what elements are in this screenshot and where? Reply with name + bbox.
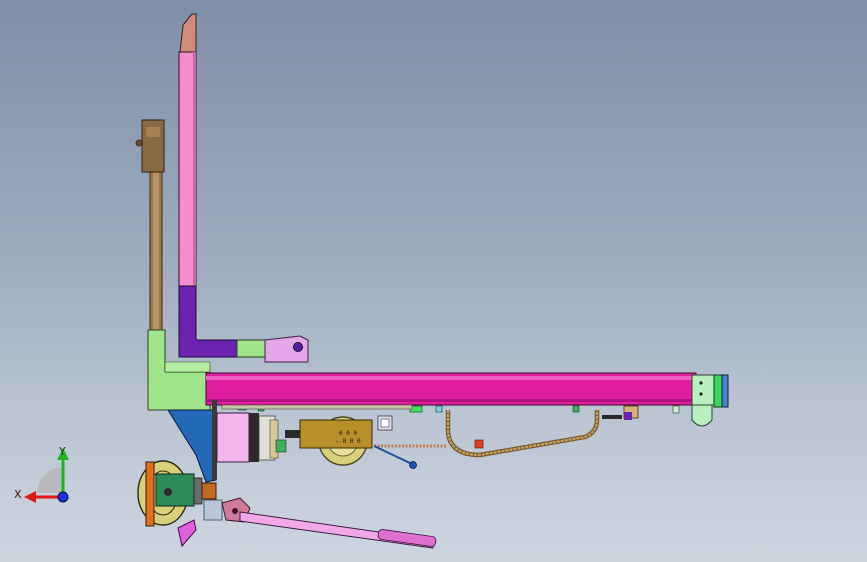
triad-plane bbox=[37, 467, 63, 493]
cad-viewport[interactable]: 0 0 0 - 0 0 0 Y X bbox=[0, 0, 867, 562]
mast bbox=[178, 13, 197, 288]
coordinate-triad: Y X bbox=[14, 445, 69, 503]
under-beam-hardware bbox=[221, 404, 680, 420]
base-beam bbox=[205, 372, 697, 406]
purple-elbow bbox=[178, 285, 268, 358]
end-cap bbox=[691, 374, 729, 427]
connector bbox=[373, 415, 446, 469]
gusset-plate bbox=[264, 335, 309, 363]
triad-y-label: Y bbox=[58, 445, 66, 458]
assembly-drawing: 0 0 0 - 0 0 0 Y X bbox=[14, 13, 729, 549]
motor-block bbox=[216, 412, 287, 463]
nameplate-line-2: - 0 0 0 bbox=[335, 438, 361, 445]
triad-x-label: X bbox=[14, 488, 22, 501]
cable bbox=[445, 410, 600, 458]
side-post bbox=[135, 119, 165, 336]
tow-handle bbox=[221, 497, 437, 549]
nameplate-line-1: 0 0 0 bbox=[339, 430, 357, 437]
control-box: 0 0 0 - 0 0 0 bbox=[285, 419, 373, 449]
triad-z-axis bbox=[57, 491, 69, 503]
